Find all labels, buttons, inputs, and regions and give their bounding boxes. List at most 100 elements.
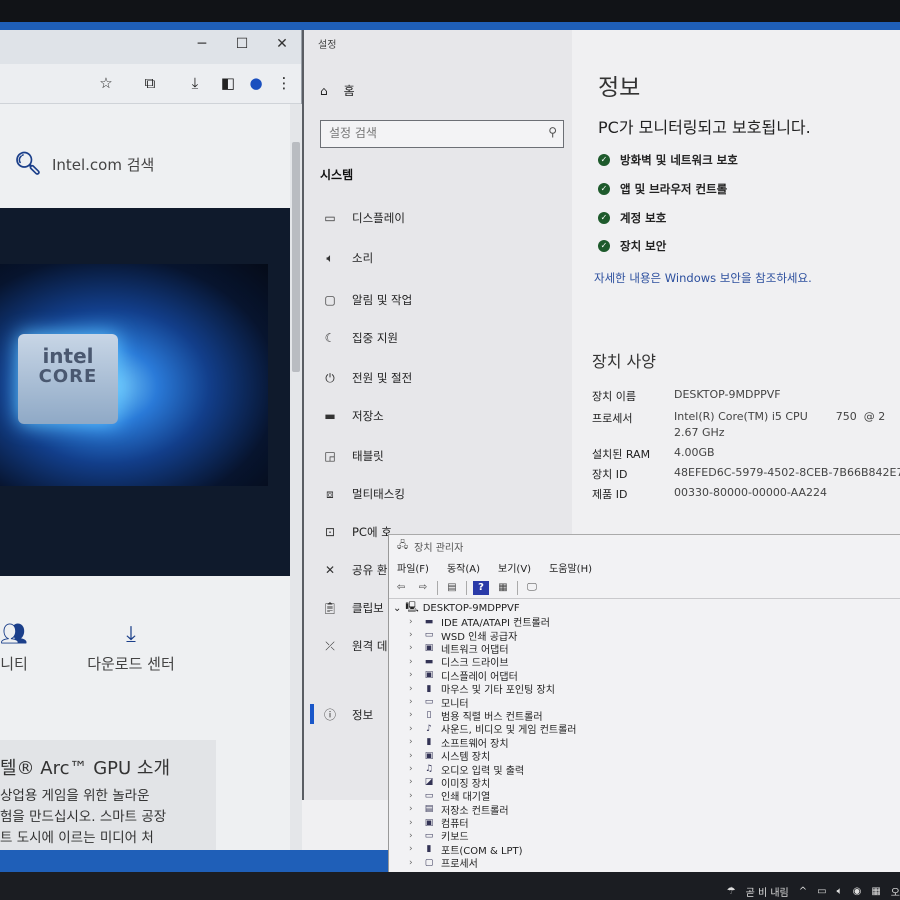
device-category[interactable]: › ▮ 포트(COM & LPT) — [389, 843, 900, 857]
chevron-right-icon[interactable]: › — [409, 751, 417, 761]
minimize-button[interactable]: ─ — [190, 36, 214, 52]
nav-notifications[interactable]: ▢ 알림 및 작업 — [322, 292, 412, 308]
device-category[interactable]: › ▬ 디스크 드라이브 — [389, 655, 900, 670]
chevron-right-icon[interactable]: › — [409, 737, 417, 747]
nav-storage[interactable]: ▬ 저장소 — [322, 408, 383, 424]
device-category[interactable]: › ▭ WSD 인쇄 공급자 — [389, 628, 900, 643]
menu-file[interactable]: 파일(F) — [397, 560, 429, 575]
windows-security-link[interactable]: 자세한 내용은 Windows 보안을 참조하세요. — [594, 270, 812, 286]
properties-icon[interactable]: ▤ — [444, 581, 460, 595]
nav-display[interactable]: ▭ 디스플레이 — [322, 210, 405, 226]
chevron-right-icon[interactable]: › — [409, 764, 417, 774]
chevron-right-icon[interactable]: › — [409, 791, 417, 801]
community-link[interactable]: 👥︎ 니티 — [0, 622, 34, 674]
device-category[interactable]: › ▣ 컴퓨터 — [389, 816, 900, 831]
chevron-right-icon[interactable]: › — [409, 804, 417, 814]
nav-shared-experiences[interactable]: ✕ 공유 환 — [322, 562, 387, 578]
star-icon[interactable]: ☆ — [96, 74, 116, 92]
input-icon[interactable]: ◉ — [853, 886, 862, 897]
nav-multitasking[interactable]: ⧈ 멀티태스킹 — [322, 486, 405, 502]
chevron-right-icon[interactable]: › — [409, 697, 417, 707]
profile-icon[interactable]: ● — [246, 74, 266, 92]
extension-icon[interactable]: ⧉ — [140, 74, 160, 92]
update-driver-icon[interactable]: ▦ — [495, 581, 511, 595]
device-manager-titlebar[interactable]: 🖧︎ 장치 관리자 — [389, 535, 900, 557]
chevron-right-icon[interactable]: › — [409, 831, 417, 841]
device-category[interactable]: › ▭ 인쇄 대기열 — [389, 789, 900, 804]
download-icon[interactable]: ⤓ — [185, 74, 205, 92]
device-category[interactable]: › ▮ 소프트웨어 장치 — [389, 736, 900, 750]
device-category[interactable]: › ▣ 시스템 장치 — [389, 749, 900, 764]
chevron-right-icon[interactable]: › — [409, 777, 417, 787]
device-category[interactable]: › ▢ 프로세서 — [389, 856, 900, 871]
chevron-right-icon[interactable]: › — [409, 724, 417, 734]
nav-power[interactable]: ⏻ 전원 및 절전 — [322, 370, 412, 386]
sidebar-icon[interactable]: ◧ — [218, 74, 238, 92]
help-icon[interactable]: ? — [473, 580, 489, 595]
download-center-link[interactable]: ⤓ 다운로드 센터 — [76, 622, 186, 674]
weather-text[interactable]: 곧 비 내림 — [746, 884, 789, 899]
chevron-down-icon[interactable]: ⌄ — [393, 603, 401, 614]
device-category[interactable]: › ▮ 마우스 및 기타 포인팅 장치 — [389, 682, 900, 697]
nav-sound[interactable]: 🔈︎ 소리 — [322, 250, 373, 266]
device-category[interactable]: › ▭ 모니터 — [389, 695, 900, 710]
nav-tablet[interactable]: ◲ 태블릿 — [322, 448, 383, 464]
chevron-right-icon[interactable]: › — [409, 818, 417, 828]
device-category[interactable]: › ♪ 사운드, 비디오 및 게임 컨트롤러 — [389, 722, 900, 737]
scrollbar-thumb[interactable] — [292, 142, 300, 372]
chevron-right-icon[interactable]: › — [409, 643, 417, 653]
hero-banner[interactable]: intel CORE — [0, 208, 290, 576]
chevron-right-icon[interactable]: › — [409, 710, 417, 720]
monitor-icon[interactable]: 🖵︎ — [524, 581, 540, 595]
spec-row: 장치 이름 DESKTOP-9MDPPVF — [592, 388, 781, 404]
settings-search-input[interactable] — [321, 121, 531, 145]
device-category[interactable]: › ▯ 범용 직렬 버스 컨트롤러 — [389, 709, 900, 723]
chevron-right-icon[interactable]: › — [409, 617, 417, 627]
menu-action[interactable]: 동작(A) — [447, 560, 480, 575]
logo-intel: intel — [42, 344, 94, 368]
nav-clipboard[interactable]: 📋︎ 클립보 — [322, 600, 383, 616]
chevron-right-icon[interactable]: › — [409, 844, 417, 854]
chevron-up-icon[interactable]: ^ — [799, 886, 807, 897]
back-icon[interactable]: ⇦ — [393, 581, 409, 595]
weather-icon[interactable]: ☂ — [727, 886, 736, 897]
menu-icon[interactable]: ⋮ — [274, 74, 294, 92]
intel-search[interactable]: 🔍︎ Intel.com 검색 — [14, 152, 154, 177]
chevron-right-icon[interactable]: › — [409, 657, 417, 667]
device-manager-toolbar: ⇦ ⇨ ▤ ? ▦ 🖵︎ — [389, 577, 900, 599]
keyboard-icon[interactable]: ▦ — [871, 886, 880, 897]
volume-icon[interactable]: 🔈︎ — [837, 886, 843, 897]
device-category[interactable]: › ▬ IDE ATA/ATAPI 컨트롤러 — [389, 615, 900, 630]
check-icon: ✓ — [598, 183, 610, 195]
protection-item: ✓ 앱 및 브라우저 컨트롤 — [598, 181, 727, 197]
browser-scrollbar[interactable] — [290, 104, 302, 850]
browser-titlebar[interactable]: ─ ☐ ✕ — [0, 30, 301, 64]
nav-focus-assist[interactable]: ☾ 집중 지원 — [322, 330, 398, 346]
settings-search[interactable]: ⚲ — [320, 120, 564, 148]
close-button[interactable]: ✕ — [270, 36, 294, 52]
device-category[interactable]: › ◪ 이미징 장치 — [389, 776, 900, 790]
menu-help[interactable]: 도움말(H) — [549, 560, 592, 575]
device-category[interactable]: › ▭ 키보드 — [389, 829, 900, 844]
nav-label: 디스플레이 — [352, 211, 405, 225]
maximize-button[interactable]: ☐ — [230, 36, 254, 52]
device-category[interactable]: › ▤ 저장소 컨트롤러 — [389, 802, 900, 817]
device-category[interactable]: › ▣ 네트워크 어댑터 — [389, 642, 900, 656]
arc-gpu-promo[interactable]: 텔® Arc™ GPU 소개 상업용 게임을 위한 놀라운 험을 만드십시오. … — [0, 740, 216, 850]
nav-remote-desktop[interactable]: ⤫ 원격 데 — [322, 638, 387, 654]
chevron-right-icon[interactable]: › — [409, 858, 417, 868]
device-category[interactable]: › ♫ 오디오 입력 및 출력 — [389, 762, 900, 777]
protection-status: PC가 모니터링되고 보호됩니다. — [598, 118, 811, 137]
network-icon[interactable]: ▭ — [817, 886, 826, 897]
chevron-right-icon[interactable]: › — [409, 630, 417, 640]
menu-view[interactable]: 보기(V) — [498, 560, 531, 575]
chevron-right-icon[interactable]: › — [409, 684, 417, 694]
clock[interactable]: 오 — [891, 884, 900, 899]
forward-icon[interactable]: ⇨ — [415, 581, 431, 595]
device-category[interactable]: › ▣ 디스플레이 어댑터 — [389, 669, 900, 683]
home-link[interactable]: ⌂ 홈 — [320, 82, 355, 99]
tree-root[interactable]: ⌄ 🖳︎ DESKTOP-9MDPPVF — [389, 601, 900, 615]
nav-about[interactable]: ⓘ 정보 — [322, 706, 373, 723]
chevron-right-icon[interactable]: › — [409, 670, 417, 680]
nav-projecting[interactable]: ⊡ PC에 호 — [322, 524, 392, 540]
